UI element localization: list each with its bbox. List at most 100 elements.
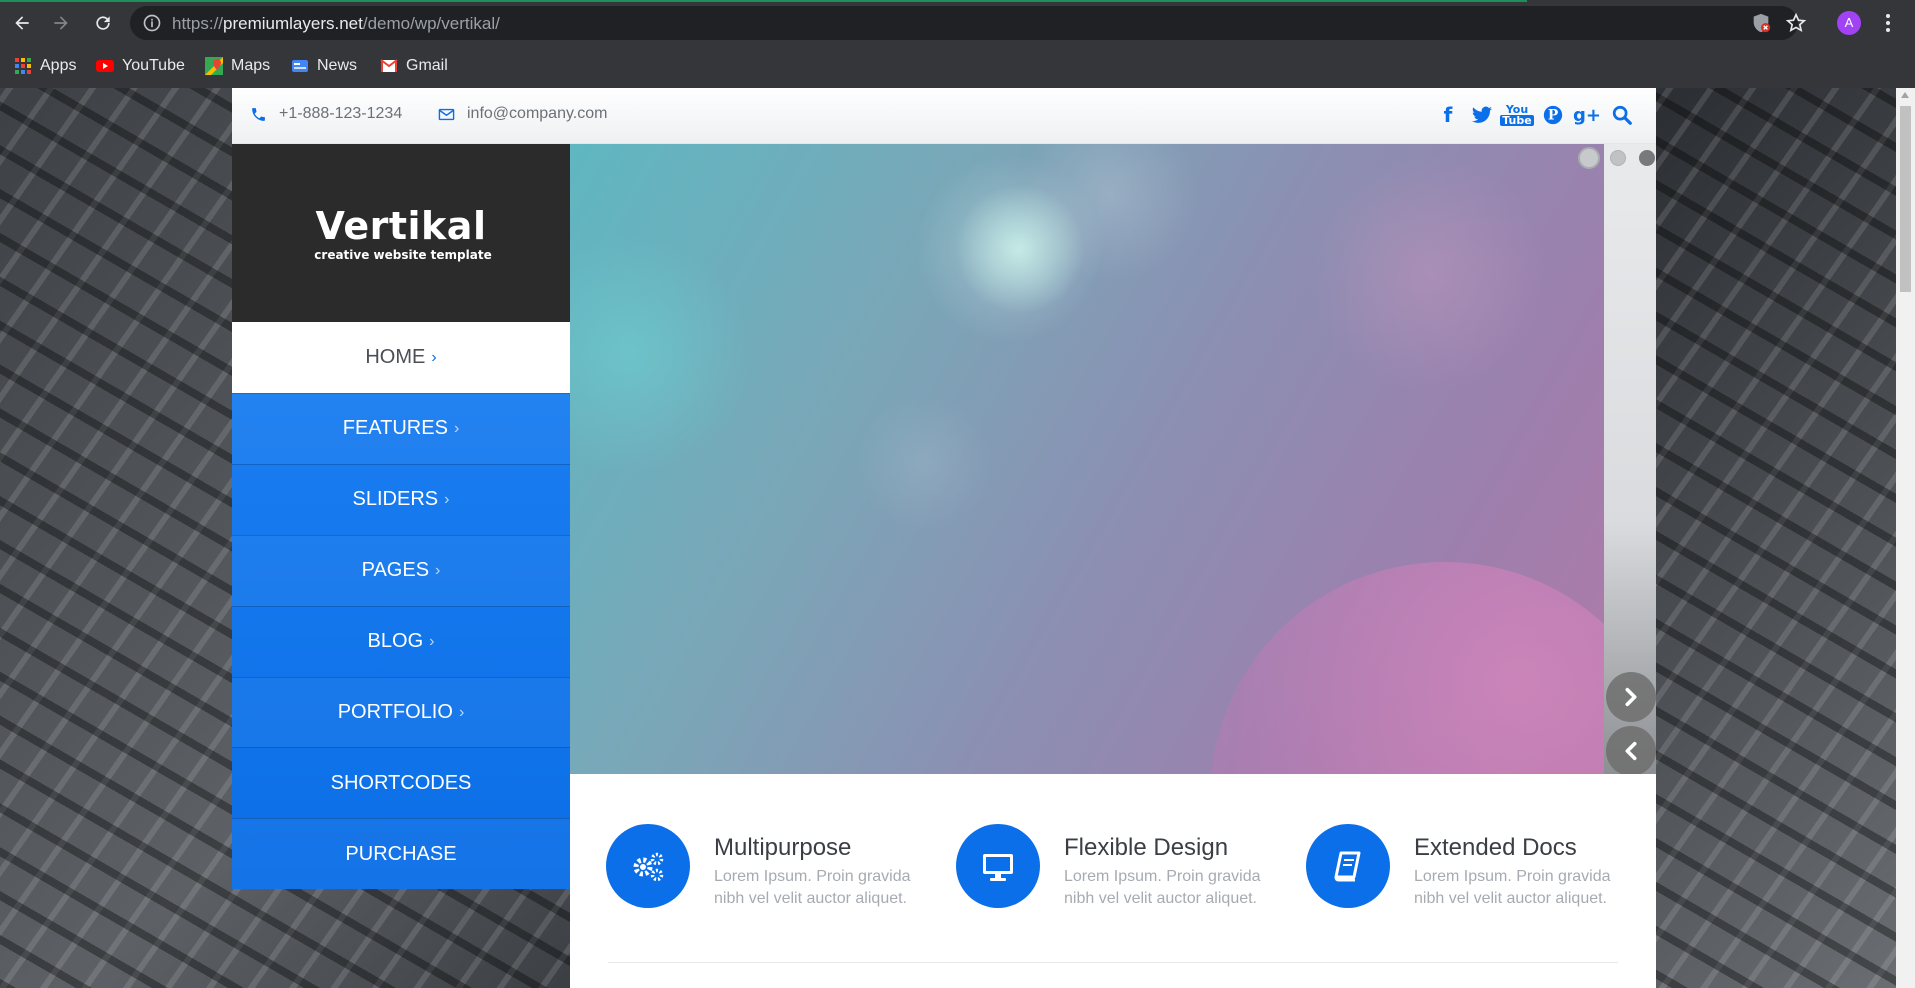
- menu-item-label: SLIDERS: [352, 488, 439, 511]
- page-load-progress: [0, 0, 1527, 2]
- arrow-right-icon: [54, 16, 68, 30]
- feature-title: Flexible Design: [1064, 834, 1229, 861]
- pinterest-icon[interactable]: P: [1540, 102, 1566, 128]
- browser-toolbar: https://premiumlayers.net/demo/wp/vertik…: [0, 0, 1915, 46]
- profile-avatar[interactable]: A: [1837, 11, 1861, 35]
- chevron-right-icon: ›: [435, 561, 441, 579]
- url-text[interactable]: https://premiumlayers.net/demo/wp/vertik…: [172, 14, 500, 34]
- menu-item-label: SHORTCODES: [330, 771, 472, 794]
- menu-item-label: FEATURES: [342, 417, 448, 440]
- logo-subtitle: creative website template: [314, 248, 492, 262]
- slider-next-button[interactable]: [1606, 672, 1656, 722]
- feature-description: Lorem Ipsum. Proin gravida nibh vel veli…: [1064, 868, 1261, 907]
- youtube-icon[interactable]: You Tube: [1500, 102, 1534, 128]
- feature-title: Multipurpose: [714, 834, 852, 861]
- bokeh-light: [570, 234, 750, 474]
- chevron-right-icon: ›: [458, 703, 465, 721]
- section-divider: [608, 962, 1618, 963]
- gears-icon: [606, 824, 690, 908]
- slider-prev-button[interactable]: [1606, 726, 1656, 776]
- chevron-right-icon: ›: [431, 348, 437, 366]
- twitter-icon[interactable]: [1469, 102, 1495, 128]
- menu-item-portfolio[interactable]: PORTFOLIO ›: [232, 676, 570, 748]
- contact-bar: +1-888-123-1234 info@company.com f You Tu…: [232, 88, 1656, 144]
- feature-flexible-design: Flexible Design Lorem Ipsum. Proin gravi…: [956, 824, 1286, 914]
- scrollbar-thumb[interactable]: [1900, 106, 1911, 292]
- feature-multipurpose: Multipurpose Lorem Ipsum. Proin gravida …: [606, 824, 936, 914]
- phone-number: +1-888-123-1234: [279, 105, 403, 122]
- menu-list: FEATURES › SLIDERS › PAGES › BLOG › PORT…: [232, 393, 570, 890]
- more-menu-icon[interactable]: [1876, 11, 1900, 35]
- menu-item-home[interactable]: HOME ›: [232, 322, 570, 393]
- menu-item-features[interactable]: FEATURES ›: [232, 393, 570, 464]
- address-bar[interactable]: https://premiumlayers.net/demo/wp/vertik…: [130, 6, 1807, 40]
- chevron-right-icon: [1625, 687, 1637, 707]
- bokeh-light: [855, 394, 995, 534]
- menu-item-shortcodes[interactable]: SHORTCODES: [232, 747, 570, 818]
- apps-grid-icon: [14, 57, 32, 75]
- google-plus-icon[interactable]: g+: [1573, 102, 1601, 128]
- feature-description: Lorem Ipsum. Proin gravida nibh vel veli…: [1414, 868, 1611, 907]
- info-icon[interactable]: [142, 13, 162, 33]
- menu-item-sliders[interactable]: SLIDERS ›: [232, 463, 570, 535]
- bookmark-label: News: [317, 57, 358, 74]
- bookmark-label: Apps: [40, 57, 77, 74]
- book-icon: [1306, 824, 1390, 908]
- feature-extended-docs: Extended Docs Lorem Ipsum. Proin gravida…: [1306, 824, 1636, 914]
- page-scrollbar[interactable]: [1896, 88, 1915, 988]
- phone-contact: +1-888-123-1234: [250, 105, 402, 123]
- menu-item-pages[interactable]: PAGES ›: [232, 534, 570, 606]
- shield-blocked-icon[interactable]: [1750, 12, 1772, 34]
- features-section: Multipurpose Lorem Ipsum. Proin gravida …: [570, 774, 1656, 988]
- scroll-up-arrow-icon[interactable]: [1901, 92, 1909, 98]
- slider-dot[interactable]: [1639, 150, 1655, 166]
- news-icon: [291, 57, 309, 75]
- reload-button[interactable]: [91, 11, 115, 35]
- menu-item-label: PURCHASE: [345, 842, 457, 865]
- facebook-icon[interactable]: f: [1435, 102, 1461, 128]
- back-button[interactable]: [10, 11, 34, 35]
- reload-icon: [96, 16, 110, 30]
- arrow-left-icon: [15, 16, 29, 30]
- bookmark-news[interactable]: News: [291, 54, 357, 78]
- menu-item-blog[interactable]: BLOG ›: [232, 605, 570, 677]
- menu-item-label: PORTFOLIO: [337, 701, 453, 723]
- bookmark-label: Maps: [231, 57, 271, 74]
- bokeh-light: [1310, 154, 1550, 394]
- bookmark-label: YouTube: [122, 57, 185, 74]
- menu-item-label: PAGES: [361, 559, 430, 582]
- bookmark-apps[interactable]: Apps: [14, 54, 76, 78]
- chevron-left-icon: [1625, 741, 1637, 761]
- gmail-icon: [380, 57, 398, 75]
- envelope-icon: [438, 108, 455, 120]
- maps-icon: [205, 57, 223, 75]
- hero-slider: [570, 144, 1604, 774]
- monitor-icon: [956, 824, 1040, 908]
- bokeh-light: [1210, 562, 1604, 774]
- slider-dot[interactable]: [1610, 150, 1626, 166]
- feature-title: Extended Docs: [1414, 834, 1577, 861]
- forward-button[interactable]: [49, 11, 73, 35]
- bookmark-youtube[interactable]: YouTube: [96, 54, 185, 78]
- bookmark-label: Gmail: [406, 57, 448, 74]
- bookmark-gmail[interactable]: Gmail: [380, 54, 448, 78]
- bookmarks-bar: Apps YouTube Maps News Gmail: [0, 46, 1915, 88]
- web-page: +1-888-123-1234 info@company.com f You Tu…: [0, 88, 1915, 988]
- search-icon[interactable]: [1609, 102, 1635, 128]
- site-logo[interactable]: Vertikal creative website template: [232, 144, 570, 322]
- sidebar-navigation: Vertikal creative website template HOME …: [232, 144, 570, 890]
- email-contact[interactable]: info@company.com: [438, 105, 607, 123]
- feature-description: Lorem Ipsum. Proin gravida nibh vel veli…: [714, 868, 911, 907]
- bookmark-maps[interactable]: Maps: [205, 54, 270, 78]
- star-bookmark-icon[interactable]: [1785, 12, 1807, 34]
- svg-text:P: P: [1548, 108, 1558, 124]
- phone-icon: [252, 107, 265, 121]
- site-container: +1-888-123-1234 info@company.com f You Tu…: [232, 88, 1656, 988]
- chevron-right-icon: ›: [444, 490, 450, 508]
- menu-item-purchase[interactable]: PURCHASE: [232, 818, 570, 890]
- slider-dot-active[interactable]: [1578, 147, 1600, 169]
- email-address[interactable]: info@company.com: [467, 105, 607, 123]
- menu-item-label: HOME: [365, 346, 426, 368]
- logo-title: Vertikal: [315, 204, 487, 248]
- youtube-icon: [96, 57, 114, 75]
